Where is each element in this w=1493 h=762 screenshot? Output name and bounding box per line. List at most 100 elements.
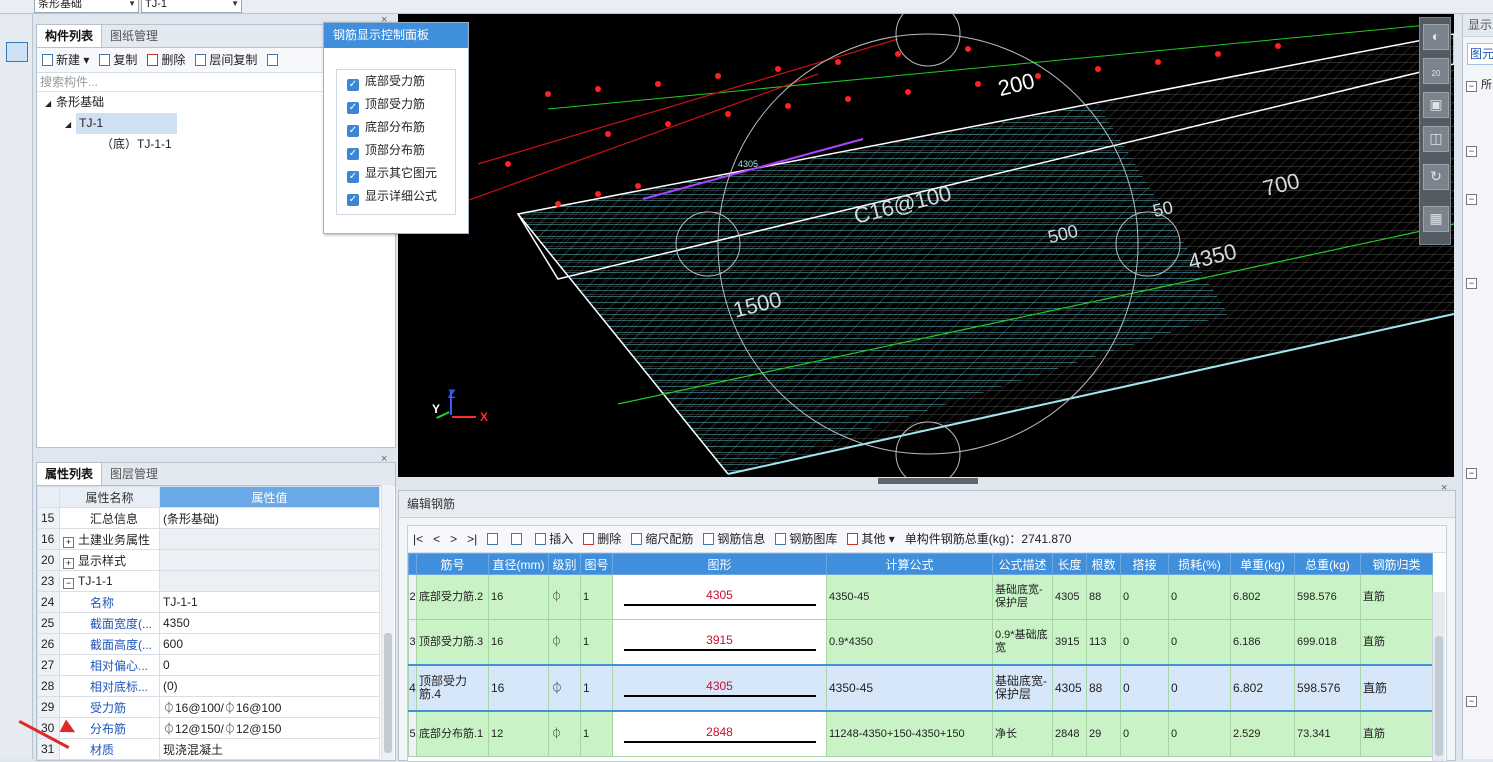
scroll-thumb[interactable] bbox=[1435, 636, 1443, 756]
property-row[interactable]: 23− TJ-1-1 bbox=[37, 570, 380, 592]
other-button[interactable]: 其他 ▾ bbox=[842, 527, 899, 551]
checkbox-checked-icon[interactable]: ✓ bbox=[347, 102, 359, 114]
floor-copy-icon bbox=[195, 54, 207, 66]
close-icon[interactable]: × bbox=[1441, 482, 1447, 494]
property-scrollbar[interactable] bbox=[381, 485, 394, 760]
rebar-info-button[interactable]: 钢筋信息 bbox=[698, 527, 770, 551]
checkbox-checked-icon[interactable]: ✓ bbox=[347, 79, 359, 91]
new-button[interactable]: 新建 ▾ bbox=[37, 48, 94, 72]
copy-button[interactable]: 复制 bbox=[94, 48, 142, 72]
col-total-weight: 总重(kg) bbox=[1294, 553, 1361, 575]
x-axis-icon bbox=[452, 416, 476, 418]
option-show-detailed-formula[interactable]: ✓ 显示详细公式 bbox=[337, 185, 455, 208]
delete-button[interactable]: 删除 bbox=[142, 48, 190, 72]
property-row[interactable]: 31 材质 现浇混凝土 bbox=[37, 738, 380, 760]
orbit-icon[interactable]: ◐ bbox=[1423, 24, 1449, 50]
table-row[interactable]: 2 底部受力筋.2 16 ⏀ 1 4305 4350-45 基础底宽-保护层 4… bbox=[408, 574, 1433, 620]
rotate-icon[interactable]: ↻ bbox=[1423, 164, 1449, 190]
property-row[interactable]: 30 分布筋 ⏀12@150/⏀12@150 bbox=[37, 717, 380, 739]
property-row[interactable]: 25 截面宽度(... 4350 bbox=[37, 612, 380, 634]
col-rebar-class: 钢筋归类 bbox=[1360, 553, 1433, 575]
rebar-shape-line bbox=[623, 603, 816, 606]
scroll-thumb[interactable] bbox=[384, 633, 392, 753]
rebar-shape-line bbox=[623, 740, 816, 743]
element-type-combo[interactable]: 条形基础 ▼ bbox=[34, 0, 139, 13]
col-unit-weight: 单重(kg) bbox=[1230, 553, 1295, 575]
navigation-tree-icon[interactable] bbox=[6, 42, 28, 62]
element-filter-tab[interactable]: 图元 bbox=[1467, 43, 1493, 65]
edit-rebar-body: |< < > >| 插入 删除 缩尺配筋 钢筋信息 钢筋图库 其他 ▾ 单构件钢筋总重(kg)：27… bbox=[407, 525, 1447, 762]
checkbox-checked-icon[interactable]: ✓ bbox=[347, 171, 359, 183]
first-record-button[interactable]: |< bbox=[408, 527, 428, 551]
zoom-level-button[interactable]: 20 bbox=[1423, 58, 1449, 84]
collapse-minus-icon[interactable]: − bbox=[1466, 190, 1481, 205]
property-row[interactable]: 20 + 显示样式 bbox=[37, 549, 380, 571]
option-top-distribution-rebar[interactable]: ✓ 顶部分布筋 bbox=[337, 139, 455, 162]
tab-property-list[interactable]: 属性列表 bbox=[37, 463, 103, 485]
collapse-minus-icon[interactable]: − bbox=[63, 577, 74, 589]
table-row-selected[interactable]: 4 顶部受力筋.4 16 ⏀ 1 4305 4350-45 基础底宽-保护层 4… bbox=[408, 664, 1433, 712]
splitter-handle[interactable] bbox=[878, 478, 978, 484]
prev-record-button[interactable]: < bbox=[428, 527, 445, 551]
option-bottom-main-rebar[interactable]: ✓ 底部受力筋 bbox=[337, 70, 455, 93]
more-button[interactable] bbox=[262, 48, 286, 72]
checkbox-checked-icon[interactable]: ✓ bbox=[347, 125, 359, 137]
collapse-minus-icon[interactable]: − bbox=[1466, 81, 1477, 92]
rebar-table-scrollbar[interactable] bbox=[1432, 592, 1445, 761]
property-row[interactable]: 15 汇总信息 (条形基础) bbox=[37, 507, 380, 529]
edit-rebar-title: 编辑钢筋 bbox=[399, 491, 1455, 518]
expand-icon: ◢ bbox=[65, 120, 72, 129]
tab-display[interactable]: 显示 bbox=[1463, 14, 1493, 37]
cyan-rebar-mesh bbox=[518, 104, 1228, 474]
rebar-library-button[interactable]: 钢筋图库 bbox=[770, 527, 842, 551]
rebar-shape-line bbox=[623, 648, 816, 651]
floor-copy-button[interactable]: 层间复制 bbox=[190, 48, 262, 72]
display-tree-root[interactable]: − 所 bbox=[1466, 77, 1493, 93]
view-cube-icon[interactable]: ▣ bbox=[1423, 92, 1449, 118]
table-row[interactable]: 5 底部分布筋.1 12 ⏀ 1 2848 11248-4350+150-435… bbox=[408, 710, 1433, 757]
last-record-button[interactable]: >| bbox=[462, 527, 482, 551]
move-down-icon bbox=[511, 533, 523, 545]
col-length: 长度 bbox=[1052, 553, 1087, 575]
property-row[interactable]: 29 受力筋 ⏀16@100/⏀16@100 bbox=[37, 696, 380, 718]
element-name-combo[interactable]: TJ-1 ▼ bbox=[141, 0, 242, 13]
option-top-main-rebar[interactable]: ✓ 顶部受力筋 bbox=[337, 93, 455, 116]
3d-viewport[interactable]: 4305 C16@100 200 1500 700 4350 500 50 Z … bbox=[398, 14, 1454, 477]
checkbox-checked-icon[interactable]: ✓ bbox=[347, 148, 359, 160]
property-row[interactable]: 27 相对偏心... 0 bbox=[37, 654, 380, 676]
tab-drawing-management[interactable]: 图纸管理 bbox=[102, 25, 166, 47]
library-icon bbox=[775, 533, 787, 545]
option-bottom-distribution-rebar[interactable]: ✓ 底部分布筋 bbox=[337, 116, 455, 139]
next-record-button[interactable]: > bbox=[445, 527, 462, 551]
move-down-button[interactable] bbox=[506, 527, 530, 551]
move-up-icon bbox=[487, 533, 499, 545]
property-row[interactable]: 24 名称 TJ-1-1 bbox=[37, 591, 380, 613]
collapse-minus-icon[interactable]: − bbox=[1466, 464, 1481, 479]
collapse-minus-icon[interactable]: − bbox=[1466, 142, 1481, 157]
col-formula-desc: 公式描述 bbox=[992, 553, 1053, 575]
property-row[interactable]: 26 截面高度(... 600 bbox=[37, 633, 380, 655]
collapse-minus-icon[interactable]: − bbox=[1466, 692, 1481, 707]
new-icon bbox=[42, 54, 53, 66]
move-up-button[interactable] bbox=[482, 527, 506, 551]
collapse-minus-icon[interactable]: − bbox=[1466, 274, 1481, 289]
layout-grid-icon[interactable]: ▦ bbox=[1423, 206, 1449, 232]
property-row[interactable]: 28 相对底标... (0) bbox=[37, 675, 380, 697]
scale-rebar-button[interactable]: 缩尺配筋 bbox=[626, 527, 698, 551]
col-formula: 计算公式 bbox=[826, 553, 993, 575]
box-view-icon[interactable]: ◫ bbox=[1423, 126, 1449, 152]
expand-plus-icon[interactable]: + bbox=[63, 557, 74, 569]
tab-layer-management[interactable]: 图层管理 bbox=[102, 463, 166, 485]
insert-button[interactable]: 插入 bbox=[530, 527, 578, 551]
tab-component-list[interactable]: 构件列表 bbox=[37, 25, 103, 47]
option-show-other-elements[interactable]: ✓ 显示其它图元 bbox=[337, 162, 455, 185]
expand-plus-icon[interactable]: + bbox=[63, 536, 74, 548]
delete-row-button[interactable]: 删除 bbox=[578, 527, 626, 551]
rebar-shape-cell[interactable]: 4305 bbox=[612, 574, 827, 620]
property-row[interactable]: 16 + 土建业务属性 bbox=[37, 528, 380, 550]
checkbox-checked-icon[interactable]: ✓ bbox=[347, 194, 359, 206]
table-row[interactable]: 3 顶部受力筋.3 16 ⏀ 1 3915 0.9*4350 0.9*基础底宽 … bbox=[408, 619, 1433, 666]
rebar-shape-cell[interactable]: 2848 bbox=[612, 710, 827, 757]
rebar-shape-cell[interactable]: 3915 bbox=[612, 619, 827, 666]
rebar-shape-cell[interactable]: 4305 bbox=[612, 664, 827, 712]
